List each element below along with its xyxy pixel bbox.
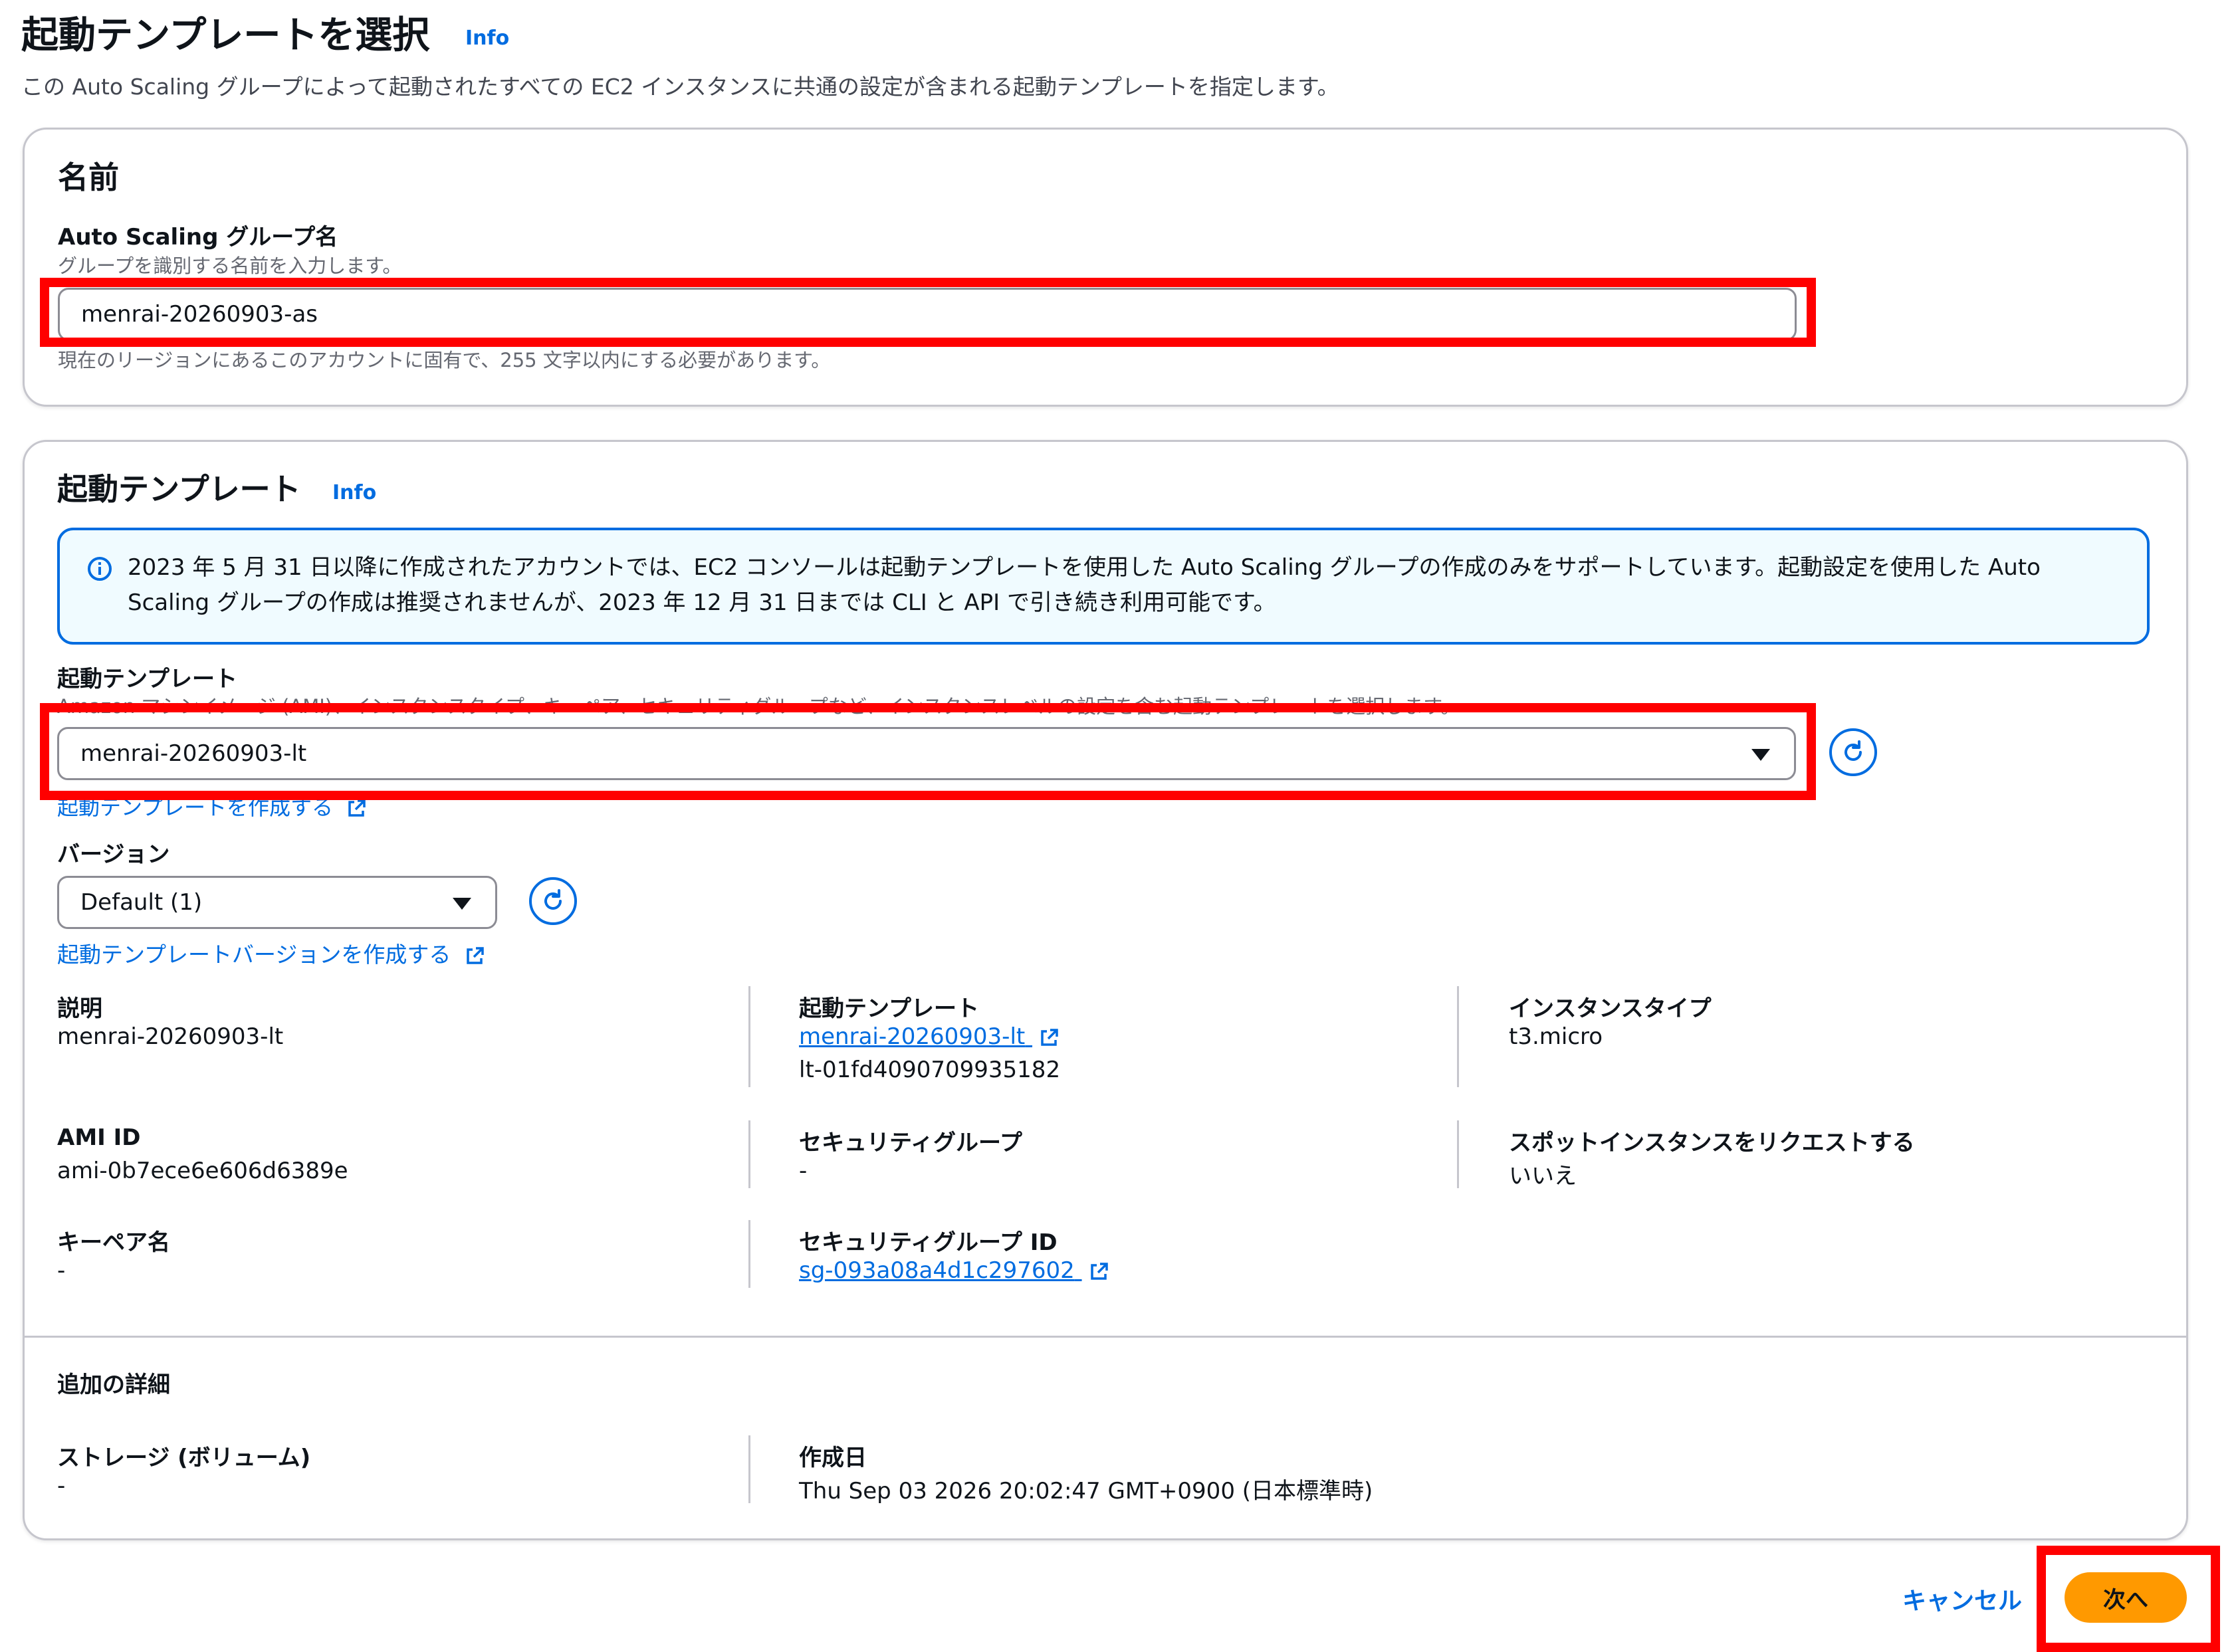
page-info-link[interactable]: Info: [465, 27, 509, 50]
detail-instance-type-value: t3.micro: [1509, 1023, 1603, 1050]
info-alert: 2023 年 5 月 31 日以降に作成されたアカウントでは、EC2 コンソール…: [57, 528, 2150, 645]
refresh-templates-button[interactable]: [1829, 728, 1877, 776]
detail-spot-value: いいえ: [1509, 1163, 1577, 1189]
storage-label: ストレージ (ボリューム): [57, 1445, 311, 1471]
external-link-icon: [467, 946, 484, 964]
template-select-label: 起動テンプレート: [57, 666, 237, 692]
info-alert-text: 2023 年 5 月 31 日以降に作成されたアカウントでは、EC2 コンソール…: [128, 554, 2041, 616]
info-icon: [88, 557, 112, 581]
detail-instance-type-label: インスタンスタイプ: [1509, 995, 1712, 1022]
detail-keypair-value: -: [57, 1257, 66, 1284]
detail-sg-value: -: [799, 1158, 808, 1184]
detail-ami-value: ami-0b7ece6e606d6389e: [57, 1158, 348, 1184]
external-link-icon: [1041, 1028, 1058, 1046]
refresh-icon: [544, 889, 562, 910]
detail-spot-label: スポットインスタンスをリクエストする: [1509, 1130, 1915, 1156]
detail-template-label: 起動テンプレート: [799, 995, 979, 1022]
version-select-value: Default (1): [80, 889, 203, 916]
launch-template-heading: 起動テンプレート: [57, 471, 301, 507]
create-version-link[interactable]: 起動テンプレートバージョンを作成する: [57, 937, 485, 969]
column-divider: [748, 986, 750, 1087]
detail-sg-id-link-label: sg-093a08a4d1c297602: [799, 1257, 1075, 1284]
next-button[interactable]: 次へ: [2065, 1572, 2187, 1623]
column-divider: [1457, 1120, 1459, 1188]
detail-keypair-label: キーペア名: [57, 1229, 170, 1256]
version-select[interactable]: Default (1): [57, 876, 497, 929]
detail-template-link-label: menrai-20260903-lt: [799, 1023, 1026, 1050]
asg-name-hint: グループを識別する名前を入力します。: [58, 255, 402, 277]
name-panel: 名前 Auto Scaling グループ名 グループを識別する名前を入力します。…: [23, 128, 2188, 407]
detail-description-value: menrai-20260903-lt: [57, 1023, 284, 1050]
detail-sg-label: セキュリティグループ: [799, 1130, 1022, 1156]
column-divider: [748, 1120, 750, 1188]
name-panel-heading: 名前: [58, 159, 119, 195]
page-title: 起動テンプレートを選択: [21, 14, 430, 57]
created-value: Thu Sep 03 2026 20:02:47 GMT+0900 (日本標準時…: [799, 1478, 1373, 1504]
refresh-versions-button[interactable]: [529, 877, 577, 925]
page-description: この Auto Scaling グループによって起動されたすべての EC2 イン…: [21, 74, 1339, 100]
highlight-launch-template: [40, 703, 1816, 800]
asg-name-label: Auto Scaling グループ名: [58, 224, 338, 251]
detail-description-label: 説明: [57, 995, 102, 1022]
detail-sg-id-label: セキュリティグループ ID: [799, 1229, 1058, 1256]
highlight-asg-name: [40, 278, 1816, 347]
detail-template-link[interactable]: menrai-20260903-lt: [799, 1023, 1059, 1050]
create-version-link-label: 起動テンプレートバージョンを作成する: [57, 942, 451, 968]
version-label: バージョン: [57, 841, 170, 868]
cancel-button[interactable]: キャンセル: [1902, 1582, 2022, 1616]
detail-sg-id-link[interactable]: sg-093a08a4d1c297602: [799, 1257, 1109, 1284]
detail-template-id: lt-01fd4090709935182: [799, 1057, 1061, 1083]
detail-ami-label: AMI ID: [57, 1124, 141, 1151]
column-divider: [1457, 986, 1459, 1087]
asg-name-constraint: 現在のリージョンにあるこのアカウントに固有で、255 文字以内にする必要がありま…: [58, 349, 831, 371]
refresh-icon: [1845, 740, 1862, 761]
column-divider: [748, 1435, 750, 1503]
additional-details-heading: 追加の詳細: [57, 1372, 170, 1398]
column-divider: [748, 1220, 750, 1288]
storage-value: -: [57, 1473, 66, 1499]
external-link-icon: [348, 799, 366, 817]
launch-template-info-link[interactable]: Info: [332, 481, 376, 504]
external-link-icon: [1090, 1262, 1108, 1280]
created-label: 作成日: [799, 1445, 867, 1471]
section-divider: [25, 1336, 2186, 1338]
chevron-down-icon: [453, 898, 471, 910]
